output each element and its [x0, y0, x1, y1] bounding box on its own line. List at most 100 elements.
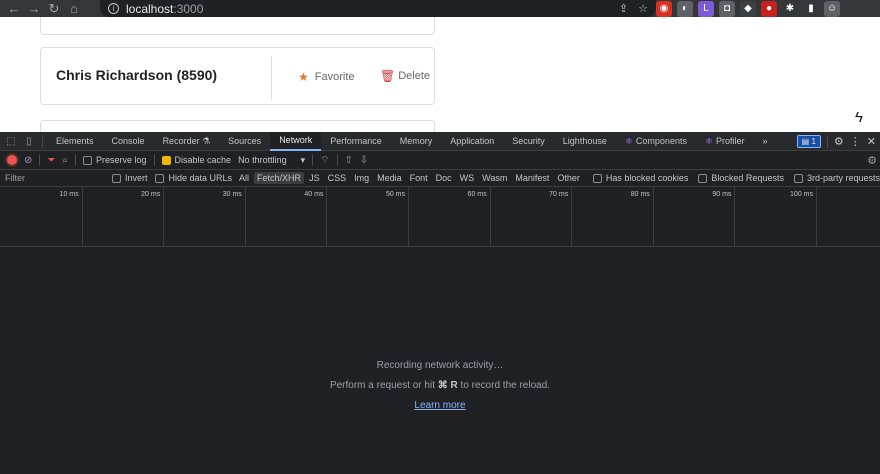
- filter-type-ws[interactable]: WS: [457, 172, 478, 184]
- info-icon[interactable]: i: [108, 3, 119, 14]
- reload-hint-suffix: to record the reload.: [457, 380, 551, 391]
- sidebar-icon[interactable]: ▮: [803, 0, 819, 17]
- tab-elements[interactable]: Elements: [47, 132, 103, 151]
- home-icon[interactable]: ⌂: [64, 0, 84, 17]
- tab-components[interactable]: ⚛ Components: [616, 132, 696, 151]
- preserve-log-checkbox[interactable]: Preserve log: [83, 155, 147, 165]
- tab-profiler[interactable]: ⚛ Profiler: [696, 132, 754, 151]
- delete-button[interactable]: 🗑 Delete: [380, 69, 430, 83]
- profile-avatar-icon[interactable]: ☺: [824, 0, 840, 17]
- ext-red-dot-icon[interactable]: ●: [761, 0, 777, 17]
- timeline-tick-label: 40 ms: [304, 191, 324, 198]
- timeline-gridline: [734, 187, 736, 246]
- url-port: :3000: [173, 1, 204, 16]
- devtools-panel: ⬚ ▯ Elements Console Recorder ⚗ Sources Netw…: [0, 131, 880, 474]
- devtools-tabs: Elements Console Recorder ⚗ Sources Network P…: [47, 131, 754, 151]
- timeline-tick-label: 50 ms: [385, 191, 405, 198]
- filter-type-media[interactable]: Media: [374, 172, 405, 184]
- kebab-menu-icon[interactable]: ⋮: [850, 135, 861, 148]
- invert-label: Invert: [124, 173, 148, 183]
- checkbox-unchecked[interactable]: [111, 173, 121, 183]
- network-timeline-overview[interactable]: 10 ms 20 ms 30 ms 40 ms 50 ms 60 ms 70 ms 80 ms…: [0, 187, 880, 247]
- checkbox-checked[interactable]: [161, 155, 171, 165]
- puzzle-icon[interactable]: ✱: [782, 0, 798, 17]
- ext-purple-l-icon[interactable]: L: [698, 0, 714, 17]
- filter-type-wasm[interactable]: Wasm: [479, 172, 510, 184]
- tab-label: Recorder ⚗: [162, 135, 211, 146]
- ext-dark-icon[interactable]: ◆: [740, 0, 756, 17]
- address-bar[interactable]: i localhost:3000 ⇪ ☆: [100, 0, 656, 17]
- more-tabs-button[interactable]: »: [754, 132, 777, 151]
- checkbox-unchecked[interactable]: [592, 173, 602, 183]
- checkbox-unchecked[interactable]: [83, 155, 92, 165]
- timeline-tick-label: 100 ms: [790, 191, 813, 198]
- tab-label: Memory: [399, 136, 433, 146]
- contact-name: Chris Richardson (8590): [56, 67, 218, 83]
- filter-input[interactable]: Filter: [0, 173, 112, 183]
- search-icon[interactable]: ⌕: [62, 155, 68, 166]
- filter-type-fetch-xhr[interactable]: Fetch/XHR: [254, 172, 305, 184]
- reload-icon[interactable]: ↻: [44, 0, 64, 17]
- tab-recorder[interactable]: Recorder ⚗: [154, 132, 220, 151]
- clear-icon[interactable]: ⊘: [24, 155, 32, 166]
- timeline-gridline: [408, 187, 409, 246]
- close-icon[interactable]: ✕: [867, 135, 876, 148]
- ext-camera-icon[interactable]: ◘: [719, 0, 735, 17]
- checkbox-unchecked[interactable]: [155, 173, 165, 183]
- device-toolbar-icon[interactable]: ▯: [20, 132, 38, 151]
- tab-memory[interactable]: Memory: [391, 132, 442, 151]
- hide-data-urls-checkbox[interactable]: Hide data URLs: [155, 173, 232, 183]
- filter-type-manifest[interactable]: Manifest: [512, 172, 552, 184]
- filter-type-img[interactable]: Img: [351, 172, 372, 184]
- card-partial-top: [40, 17, 435, 35]
- third-party-checkbox[interactable]: 3rd-party requests: [793, 173, 880, 183]
- tab-sources[interactable]: Sources: [219, 132, 270, 151]
- throttling-select[interactable]: No throttling ▾: [238, 155, 305, 166]
- back-arrow-icon[interactable]: ←: [4, 0, 24, 17]
- checkbox-unchecked[interactable]: [698, 173, 708, 183]
- messages-badge[interactable]: ▤ 1: [796, 135, 821, 148]
- checkbox-unchecked[interactable]: [793, 173, 803, 183]
- share-icon[interactable]: ⇪: [619, 2, 628, 15]
- timeline-tick-label: 60 ms: [467, 191, 487, 198]
- disable-cache-checkbox[interactable]: Disable cache: [161, 155, 231, 165]
- favorite-button[interactable]: ★ Favorite: [298, 70, 355, 84]
- settings-gear-icon[interactable]: ⚙: [834, 135, 844, 148]
- lightning-bolt-icon[interactable]: ϟ: [849, 106, 869, 128]
- import-har-upload-icon[interactable]: ⇧: [345, 155, 353, 166]
- dropdown-arrow-icon: ▾: [300, 154, 306, 165]
- filter-type-other[interactable]: Other: [554, 172, 583, 184]
- blocked-requests-checkbox[interactable]: Blocked Requests: [698, 173, 784, 183]
- timeline-gridline: [652, 187, 654, 246]
- inspect-element-icon[interactable]: ⬚: [2, 132, 20, 151]
- tab-application[interactable]: Application: [441, 132, 503, 151]
- tab-network[interactable]: Network: [270, 131, 322, 151]
- ext-white-circle-icon[interactable]: ◐: [677, 0, 693, 17]
- filter-type-font[interactable]: Font: [407, 172, 431, 184]
- tab-console[interactable]: Console: [103, 132, 154, 151]
- filter-type-all[interactable]: All: [236, 172, 252, 184]
- invert-checkbox[interactable]: Invert: [111, 173, 148, 183]
- filter-type-doc[interactable]: Doc: [433, 172, 455, 184]
- empty-state: Recording network activity… Perform a re…: [0, 247, 880, 474]
- blocked-cookies-checkbox[interactable]: Has blocked cookies: [592, 173, 688, 183]
- filter-funnel-icon[interactable]: ⏷: [47, 155, 55, 166]
- filter-type-css[interactable]: CSS: [325, 172, 350, 184]
- record-button[interactable]: [7, 155, 17, 165]
- tab-label: Elements: [56, 136, 94, 146]
- export-har-download-icon[interactable]: ⇩: [360, 155, 368, 166]
- ext-red-shield-icon[interactable]: ◉: [656, 0, 672, 17]
- learn-more-link[interactable]: Learn more: [0, 400, 880, 411]
- throttling-value: No throttling: [238, 155, 287, 165]
- divider: [75, 154, 76, 166]
- reload-hint: Perform a request or hit ⌘ R to record t…: [0, 380, 880, 391]
- network-conditions-wifi-icon[interactable]: ⌔: [320, 154, 329, 167]
- filter-type-js[interactable]: JS: [306, 172, 323, 184]
- tab-security[interactable]: Security: [503, 132, 554, 151]
- tab-lighthouse[interactable]: Lighthouse: [554, 132, 616, 151]
- forward-arrow-icon[interactable]: →: [24, 0, 44, 17]
- tab-performance[interactable]: Performance: [321, 132, 391, 151]
- message-count: 1: [811, 137, 816, 146]
- network-settings-gear-icon[interactable]: ⚙: [867, 154, 877, 167]
- bookmark-star-icon[interactable]: ☆: [638, 2, 648, 15]
